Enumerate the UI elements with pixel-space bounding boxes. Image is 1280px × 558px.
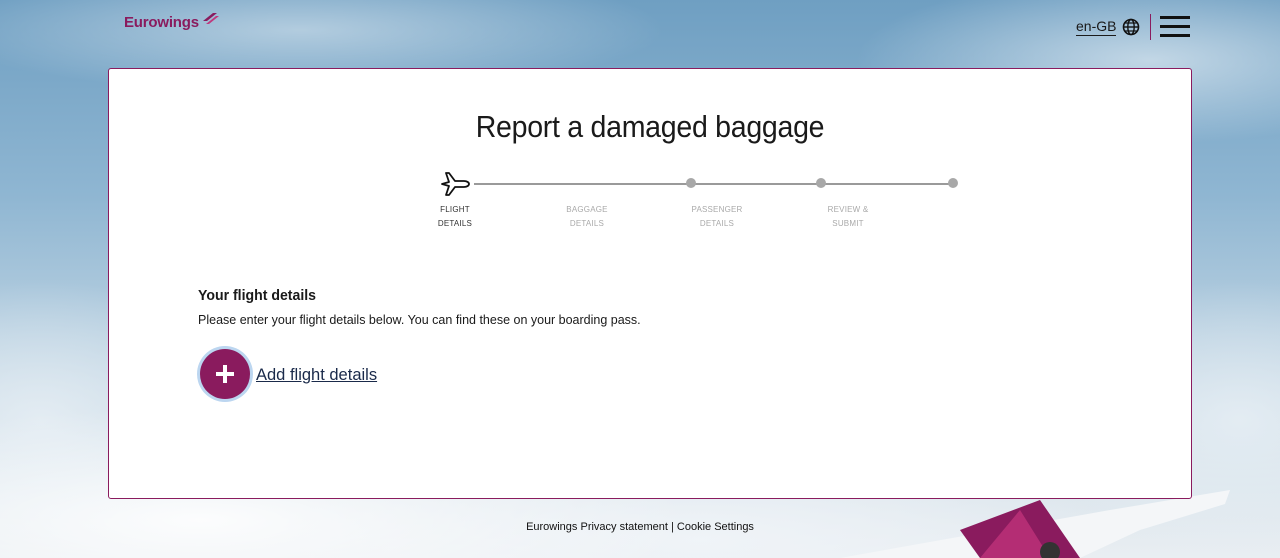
footer: Eurowings Privacy statement | Cookie Set…	[0, 521, 1280, 533]
section-title: Your flight details	[198, 287, 317, 304]
page-title: Report a damaged baggage	[475, 109, 825, 144]
airplane-icon	[441, 172, 470, 196]
progress-stepper: FLIGHT DETAILS BAGGAGE DETAILS PASSENGER DE…	[429, 167, 958, 237]
footer-separator: |	[670, 521, 674, 533]
step-label-passenger-details: PASSENGER DETAILS	[691, 205, 743, 228]
logo-wing-icon	[202, 13, 219, 24]
step-label-baggage-details: BAGGAGE DETAILS	[566, 205, 608, 228]
language-code: en-GB	[1076, 18, 1117, 36]
step-label-review-submit: REVIEW & SUBMIT	[827, 205, 869, 228]
logo-text: Eurowings	[124, 14, 199, 31]
hamburger-menu-icon[interactable]	[1160, 16, 1190, 38]
report-card: Report a damaged baggage FLIGHT DETAILS B…	[108, 68, 1192, 499]
cookie-settings-link[interactable]: Cookie Settings	[677, 521, 754, 533]
step-dot-baggage	[686, 178, 696, 188]
section-description: Please enter your flight details below. …	[198, 313, 641, 327]
globe-icon	[1123, 18, 1140, 36]
add-flight-details-button[interactable]	[200, 349, 250, 399]
add-flight-details-link[interactable]: Add flight details	[256, 366, 377, 385]
step-dot-passenger	[816, 178, 826, 188]
header-divider	[1150, 14, 1151, 40]
step-dot-review	[948, 178, 958, 188]
language-selector[interactable]: en-GB	[1076, 18, 1140, 36]
privacy-statement-link[interactable]: Eurowings Privacy statement	[526, 521, 668, 533]
step-label-flight-details: FLIGHT DETAILS	[437, 205, 473, 228]
plus-icon	[216, 365, 234, 383]
eurowings-logo[interactable]: Eurowings	[124, 13, 219, 31]
stepper-line	[474, 183, 954, 185]
